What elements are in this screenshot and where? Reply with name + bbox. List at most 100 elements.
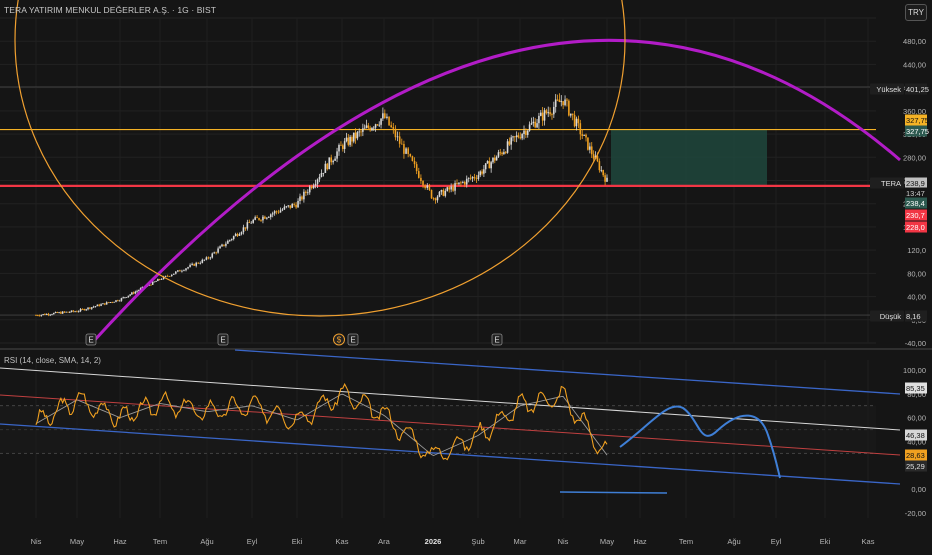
candle-body [422, 180, 424, 186]
rsi-baseline-drawing [559, 491, 668, 494]
candle-body [517, 135, 520, 138]
time-axis-tick: Eki [820, 537, 831, 546]
candle-body [122, 297, 124, 299]
price-axis-tick: 280,00 [903, 153, 926, 162]
candle-body [589, 146, 591, 150]
candle-body [74, 311, 76, 313]
candle-body [547, 112, 550, 114]
candle-body [44, 314, 46, 315]
candle-body [382, 113, 384, 119]
candle-body [481, 171, 483, 174]
currency-button[interactable]: TRY [905, 4, 927, 21]
time-axis-tick: Nis [558, 537, 569, 546]
candle-body [223, 244, 225, 246]
time-axis-tick: Ağu [200, 537, 213, 546]
candle-body [479, 171, 482, 176]
candle-body [566, 99, 568, 101]
candle-body [394, 128, 397, 138]
candle-body [47, 313, 50, 315]
candle-body [254, 217, 256, 220]
candle-body [209, 257, 212, 259]
candle-body [229, 239, 231, 241]
candle-body [541, 112, 544, 121]
rsi-axis-tick: 0,00 [911, 485, 926, 494]
candle-body [475, 178, 478, 180]
candle-body [111, 302, 114, 303]
candle-body [225, 243, 227, 246]
candle-body [598, 161, 601, 171]
price-tag: 228,0 [906, 223, 925, 232]
candle-body [107, 302, 110, 304]
candle-body [136, 290, 138, 292]
candle-body [386, 116, 388, 118]
candle-body [131, 292, 133, 295]
chart-canvas[interactable]: EEEE$ 480,00440,00400,00360,00320,00280,… [0, 0, 932, 550]
candle-body [256, 217, 258, 219]
candle-body [526, 130, 529, 135]
price-tag: 46,38 [906, 431, 925, 440]
candle-body [585, 134, 587, 138]
candle-body [398, 136, 401, 144]
candle-body [530, 123, 533, 125]
rsi-axis-tick: -20,00 [905, 509, 926, 518]
candle-body [432, 198, 435, 200]
candle-body [268, 217, 270, 218]
time-axis-tick: Haz [113, 537, 127, 546]
candle-body [320, 173, 323, 177]
candle-body [356, 132, 359, 139]
candle-body [549, 112, 551, 115]
candle-body [285, 206, 288, 208]
candle-body [213, 252, 215, 254]
rsi-title[interactable]: RSI (14, close, SMA, 14, 2) [4, 356, 101, 365]
candle-body [577, 118, 580, 124]
candle-body [157, 279, 159, 282]
time-axis-tick: Tem [679, 537, 693, 546]
candle-body [36, 315, 39, 316]
candle-body [450, 186, 452, 190]
candle-body [403, 144, 405, 154]
candle-body [87, 307, 89, 310]
candle-body [295, 204, 297, 208]
candle-body [440, 189, 443, 192]
candle-body [166, 275, 169, 277]
price-axis-tick: 480,00 [903, 37, 926, 46]
candle-body [83, 309, 86, 311]
candle-body [96, 304, 99, 307]
candle-body [590, 146, 593, 155]
candle-body [322, 172, 325, 174]
candle-body [495, 156, 498, 161]
candle-body [469, 177, 472, 179]
candle-body [553, 106, 555, 115]
candle-body [205, 257, 208, 260]
candle-body [349, 136, 351, 145]
chart-stage[interactable]: EEEE$ 480,00440,00400,00360,00320,00280,… [0, 0, 932, 550]
candle-body [72, 310, 75, 312]
candle-body [592, 154, 595, 159]
price-axis-tick: 80,00 [907, 269, 926, 278]
price-tag: 230,7 [906, 211, 925, 220]
candle-body [504, 152, 507, 153]
candle-body [376, 124, 379, 126]
candle-body [151, 281, 154, 285]
candle-body [76, 311, 78, 313]
price-tag: 25,29 [906, 462, 925, 471]
candle-body [477, 175, 480, 179]
candle-body [170, 274, 173, 277]
candle-body [560, 101, 563, 103]
candle-body [388, 116, 390, 126]
candle-body [273, 211, 276, 214]
candle-body [390, 125, 392, 128]
candle-body [179, 270, 181, 272]
candle-body [539, 112, 542, 116]
price-tag: 327,75 [906, 116, 929, 125]
candle-body [246, 222, 249, 229]
candle-body [191, 263, 193, 265]
candle-body [519, 137, 522, 139]
candle-body [551, 114, 553, 116]
candle-body [230, 239, 233, 240]
price-tag: 401,25 [906, 85, 929, 94]
candle-body [372, 127, 375, 129]
candle-body [269, 214, 272, 218]
candle-body [428, 185, 431, 190]
time-axis-tick: Eyl [247, 537, 258, 546]
